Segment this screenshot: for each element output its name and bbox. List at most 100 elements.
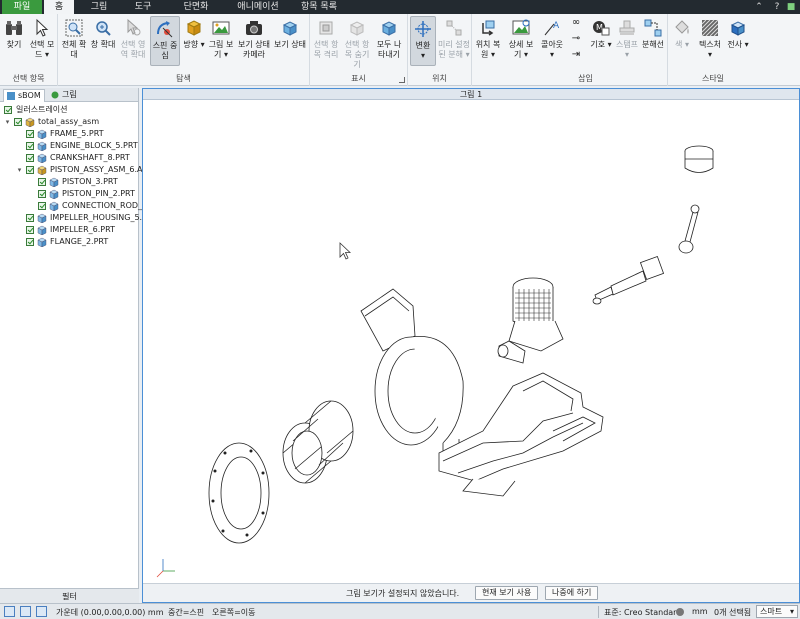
- selection-filter-select[interactable]: 스마트 ▾: [756, 605, 798, 618]
- tree-item-label: FRAME_5.PRT: [50, 129, 104, 138]
- tree-item-label: PISTON_PIN_2.PRT: [62, 189, 135, 198]
- transform-button[interactable]: 변환 ▾: [410, 16, 436, 66]
- preset-explode-button[interactable]: 미리 설정된 분해 ▾: [438, 16, 470, 60]
- tree-item-label: total_assy_asm: [38, 117, 100, 126]
- visibility-checkbox[interactable]: [26, 226, 34, 234]
- hide-icon: [349, 21, 365, 36]
- link-icon[interactable]: ∞: [570, 18, 582, 30]
- binoculars-icon: [6, 21, 22, 35]
- part-icon: [37, 237, 47, 247]
- dimension-icon[interactable]: ⇥: [570, 50, 582, 62]
- view-state-button[interactable]: 보기 상태: [274, 16, 306, 50]
- show-all-button[interactable]: 모두 나타내기: [374, 16, 404, 60]
- hide-selected-button[interactable]: 선택 항목 숨기기: [342, 16, 372, 70]
- paint-bucket-icon: [675, 20, 689, 34]
- status-units[interactable]: mm: [692, 607, 708, 616]
- status-right: 오른쪽=이동: [212, 608, 256, 617]
- tab-item-list[interactable]: 항목 목록: [296, 0, 342, 14]
- explode-lines-button[interactable]: 분해선: [640, 16, 666, 50]
- help-icon[interactable]: ?: [770, 0, 784, 14]
- orient-button[interactable]: 방향 ▾: [182, 16, 206, 50]
- viewport-title: 그림 1: [143, 89, 799, 100]
- connecting-rod-part[interactable]: [678, 204, 700, 254]
- later-button[interactable]: 나중에 하기: [545, 586, 599, 600]
- spin-center-button[interactable]: 스핀 중심: [150, 16, 180, 66]
- select-mode-button[interactable]: 선택 모드 ▾: [28, 16, 56, 60]
- minimize-ribbon-icon[interactable]: ⌃: [752, 0, 766, 14]
- assembly-icon: [25, 117, 35, 127]
- group-title-position: 위치: [432, 74, 447, 83]
- visibility-checkbox[interactable]: [26, 130, 34, 138]
- display-group-launcher-icon[interactable]: [399, 77, 405, 83]
- root-label: 일러스트레이션: [16, 105, 68, 114]
- texture-icon: [701, 19, 719, 37]
- visibility-checkbox[interactable]: [26, 142, 34, 150]
- explode-icon: [446, 20, 462, 36]
- status-center: 가운데 (0.00,0.00,0.00) mm: [56, 608, 164, 617]
- visibility-checkbox[interactable]: [38, 202, 46, 210]
- transfer-icon: [730, 21, 746, 36]
- root-checkbox[interactable]: [4, 106, 12, 114]
- engine-block-part[interactable]: [497, 277, 564, 364]
- crankshaft-part[interactable]: [592, 255, 665, 305]
- visibility-checkbox[interactable]: [38, 190, 46, 198]
- transfer-button[interactable]: 전사 ▾: [724, 16, 752, 50]
- file-menu[interactable]: 파일: [2, 0, 42, 14]
- symbol-button[interactable]: M 기호 ▾: [588, 16, 614, 50]
- graphics-viewport[interactable]: 그림 1 그림 보기가 설정되지 않았습니다. 현재 보기 사용 나중에 하기: [142, 88, 800, 603]
- piston-part[interactable]: [684, 145, 714, 173]
- tab-tools[interactable]: 도구: [128, 0, 158, 14]
- group-select: 찾기 선택 모드 ▾ 선택 항목: [0, 14, 58, 86]
- zoom-selected-icon: [127, 18, 141, 36]
- layout-icon-2[interactable]: [20, 606, 31, 617]
- frame-part[interactable]: [438, 372, 604, 497]
- layout-icon-1[interactable]: [4, 606, 15, 617]
- zoom-window-button[interactable]: 창 확대: [90, 16, 116, 50]
- stamp-button[interactable]: 스탬프 ▾: [614, 16, 640, 60]
- zoom-all-button[interactable]: 전체 확대: [60, 16, 88, 60]
- flange-part[interactable]: [208, 442, 270, 544]
- isolate-selected-button[interactable]: 선택 항목 격리: [312, 16, 340, 60]
- color-button[interactable]: 색 ▾: [670, 16, 694, 50]
- impeller-part[interactable]: [282, 400, 354, 484]
- visibility-checkbox[interactable]: [26, 166, 34, 174]
- visibility-checkbox[interactable]: [26, 154, 34, 162]
- find-button[interactable]: 찾기: [2, 16, 26, 50]
- view-notice-bar: 그림 보기가 설정되지 않았습니다. 현재 보기 사용 나중에 하기: [143, 583, 799, 602]
- key-icon[interactable]: ⊸: [570, 34, 582, 46]
- expand-toggle-icon[interactable]: ▾: [16, 167, 23, 174]
- detail-view-button[interactable]: 상세 보기 ▾: [506, 16, 536, 60]
- status-selected[interactable]: 0개 선택됨: [714, 607, 751, 618]
- tab-sbom[interactable]: sBOM: [3, 89, 45, 102]
- filter-button[interactable]: 필터: [0, 588, 139, 603]
- callout-button[interactable]: A 콜아웃 ▾: [538, 16, 566, 60]
- panel-tabs: sBOM 그림: [0, 88, 138, 102]
- visibility-checkbox[interactable]: [26, 238, 34, 246]
- zoom-selected-button[interactable]: 선택 영역 확대: [118, 16, 148, 60]
- view-state-camera-button[interactable]: 보기 상태 카메라: [236, 16, 272, 60]
- explode-lines-icon: [644, 19, 662, 37]
- tab-animation[interactable]: 애니메이션: [232, 0, 284, 14]
- visibility-checkbox[interactable]: [26, 214, 34, 222]
- exploded-assembly-drawing[interactable]: [143, 101, 799, 584]
- expand-toggle-icon[interactable]: ▾: [4, 119, 11, 126]
- visibility-checkbox[interactable]: [38, 178, 46, 186]
- tree-item-label: PISTON_3.PRT: [62, 177, 118, 186]
- tab-home[interactable]: 홈: [44, 0, 74, 14]
- stamp-icon: [619, 20, 635, 35]
- visibility-checkbox[interactable]: [14, 118, 22, 126]
- status-bar: 가운데 (0.00,0.00,0.00) mm 중간=스핀 오른쪽=이동 표준:…: [0, 603, 800, 619]
- svg-text:A: A: [553, 21, 560, 31]
- view-figure-button[interactable]: 그림 보기 ▾: [208, 16, 234, 60]
- tab-sectioning[interactable]: 단면화: [176, 0, 216, 14]
- layout-icon-3[interactable]: [36, 606, 47, 617]
- part-icon: [37, 141, 47, 151]
- restore-position-button[interactable]: 위치 복원 ▾: [474, 16, 502, 60]
- tab-figure[interactable]: 그림: [84, 0, 114, 14]
- part-icon: [37, 213, 47, 223]
- use-current-view-button[interactable]: 현재 보기 사용: [475, 586, 539, 600]
- texture-button[interactable]: 텍스처 ▾: [696, 16, 724, 60]
- view-state-icon: [282, 21, 298, 36]
- impeller-housing-part[interactable]: [360, 288, 464, 457]
- tab-figure-panel[interactable]: 그림: [48, 89, 88, 102]
